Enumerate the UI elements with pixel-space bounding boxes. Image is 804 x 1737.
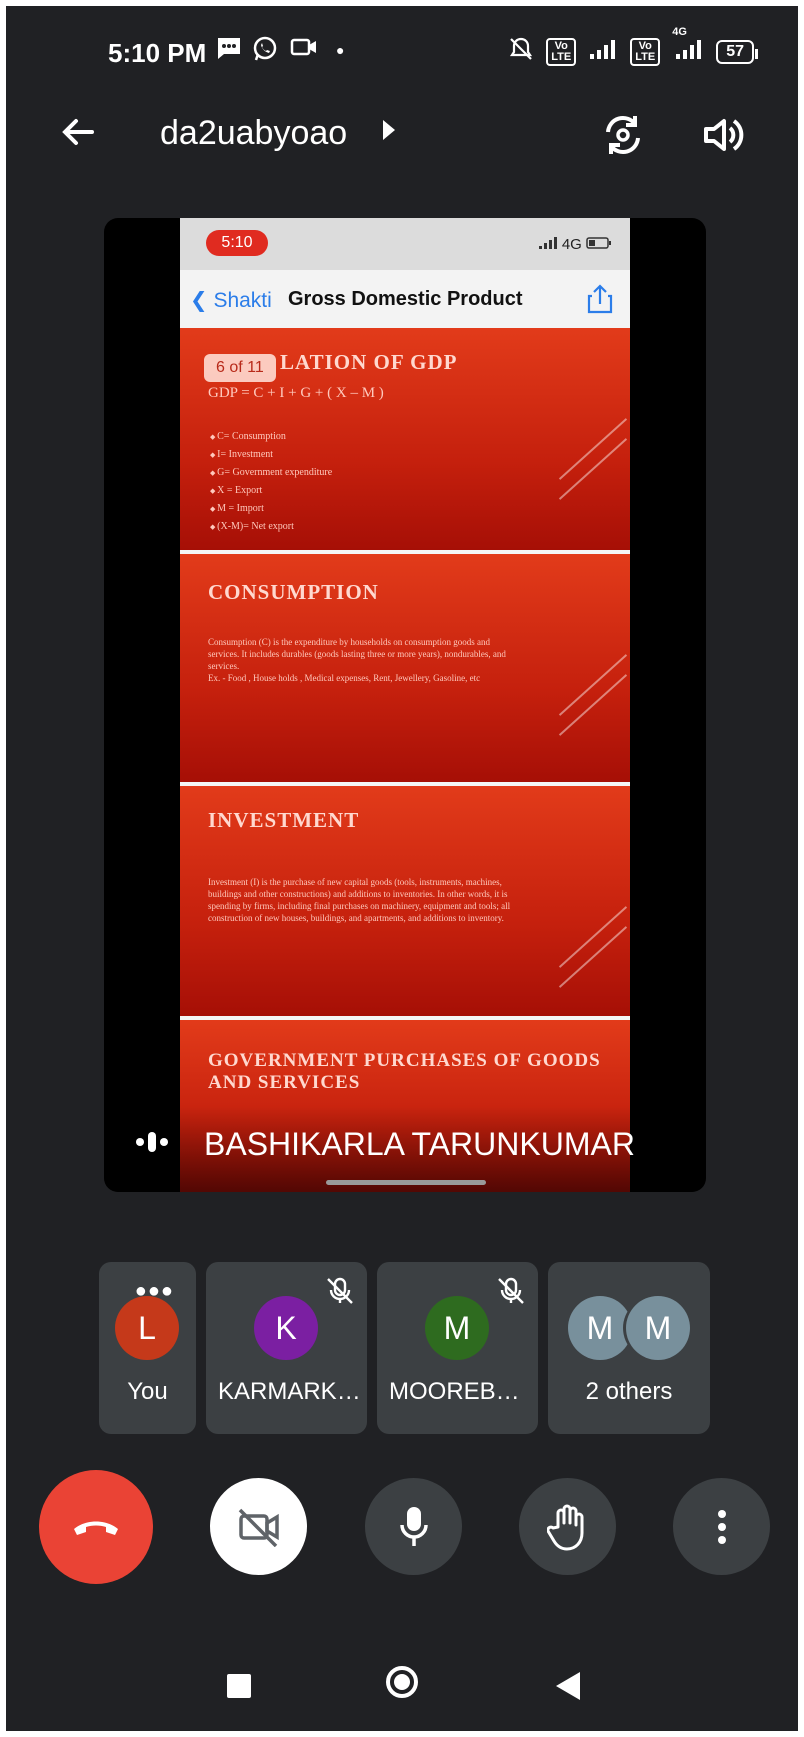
page-indicator: 6 of 11 — [204, 354, 276, 382]
video-record-icon — [290, 36, 318, 65]
shared-back-label: Shakti — [213, 289, 272, 312]
slide-heading: LATION OF GDP — [280, 350, 458, 374]
participant-name: MOOREB… — [389, 1378, 520, 1405]
hang-up-icon — [74, 1521, 118, 1535]
bullet-item: I= Investment — [210, 446, 332, 464]
camera-toggle-button[interactable] — [210, 1478, 307, 1575]
bullet-item: M = Import — [210, 500, 332, 518]
avatar: K — [254, 1296, 318, 1360]
battery-indicator: 57 — [716, 40, 758, 64]
back-button[interactable] — [58, 112, 98, 152]
slide-bullets: C= Consumption I= Investment G= Governme… — [210, 428, 332, 536]
share-icon — [586, 284, 614, 314]
shared-signal: 4G — [538, 236, 612, 253]
shared-nav-bar: ❮ Shakti Gross Domestic Product — [180, 270, 630, 328]
more-vert-icon — [717, 1509, 726, 1544]
shared-screen: 5:10 4G ❮ Shakti Gross Domestic Product … — [180, 218, 630, 1192]
mic-off-icon — [325, 1276, 355, 1306]
recents-button[interactable] — [227, 1674, 251, 1698]
presenter-name: BASHIKARLA TARUNKUMAR — [204, 1126, 635, 1162]
signal-icon-2: 4G — [672, 26, 704, 66]
slide-heading: INVESTMENT — [208, 808, 360, 832]
slide-heading: CONSUMPTION — [208, 580, 379, 604]
raise-hand-button[interactable] — [519, 1478, 616, 1575]
slide-investment: INVESTMENT Investment (I) is the purchas… — [180, 786, 630, 1020]
slide-body: Investment (I) is the purchase of new ca… — [208, 877, 511, 923]
participant-tile-others[interactable]: M M 2 others — [548, 1262, 710, 1434]
bullet-item: G= Government expenditure — [210, 464, 332, 482]
shared-back: ❮ Shakti — [190, 289, 272, 312]
participant-name: KARMARK… — [218, 1378, 361, 1405]
speaker-icon — [704, 119, 744, 151]
mute-notification-icon — [508, 36, 534, 68]
avatar: M — [626, 1296, 690, 1360]
slide-formula: GDP = C + I + G + ( X – M ) — [208, 385, 384, 401]
bullet-item: X = Export — [210, 482, 332, 500]
slide-decoration — [558, 654, 628, 716]
shared-network: 4G — [561, 236, 582, 253]
avatar: M — [568, 1296, 632, 1360]
bullet-item: C= Consumption — [210, 428, 332, 446]
slide-calculation: LATION OF GDP GDP = C + I + G + ( X – M … — [180, 328, 630, 554]
slide-decoration — [558, 906, 628, 968]
whatsapp-icon — [252, 36, 278, 69]
system-nav-bar — [0, 1650, 804, 1720]
slide-example: Ex. - Food , House holds , Medical expen… — [208, 673, 481, 683]
call-header: da2uabyoao — [0, 100, 804, 180]
network-type: 4G — [672, 26, 687, 38]
meeting-title[interactable]: da2uabyoao — [160, 114, 347, 153]
call-controls — [0, 1470, 804, 1584]
shared-status-bar: 5:10 4G — [180, 218, 630, 270]
participant-strip: ●●● L You K KARMARK… M MOOREB… M M 2 oth… — [0, 1262, 804, 1434]
participant-name: 2 others — [585, 1378, 673, 1405]
slide-body: Consumption (C) is the expenditure by ho… — [208, 637, 506, 671]
arrow-left-icon — [62, 119, 94, 145]
participant-tile-mooreb[interactable]: M MOOREB… — [377, 1262, 538, 1434]
status-time: 5:10 PM — [108, 38, 207, 68]
end-call-button[interactable] — [39, 1470, 153, 1584]
avatar: M — [425, 1296, 489, 1360]
microphone-icon — [399, 1506, 428, 1546]
slide-heading: GOVERNMENT PURCHASES OF GOODS AND SERVIC… — [208, 1050, 601, 1093]
home-dot-icon — [394, 1674, 410, 1690]
presenter-video[interactable]: 5:10 4G ❮ Shakti Gross Domestic Product … — [104, 218, 706, 1192]
more-notifications-dot: ● — [336, 42, 345, 58]
back-nav-button[interactable] — [556, 1672, 580, 1700]
switch-camera-button[interactable] — [600, 112, 646, 158]
audio-output-button[interactable] — [700, 112, 746, 158]
speaking-indicator-icon — [134, 1128, 172, 1156]
shared-doc-title: Gross Domestic Product — [288, 288, 523, 310]
participant-tile-karmark[interactable]: K KARMARK… — [206, 1262, 367, 1434]
meeting-details-caret-icon[interactable] — [383, 120, 395, 140]
signal-icon-1 — [588, 38, 618, 66]
slide-consumption: CONSUMPTION Consumption (C) is the expen… — [180, 554, 630, 786]
shared-time: 5:10 — [206, 230, 268, 256]
bullet-item: (X-M)= Net export — [210, 518, 332, 536]
slide-decoration — [558, 418, 628, 480]
avatar: L — [115, 1296, 179, 1360]
volte-badge-1: Vo LTE — [546, 38, 577, 66]
message-icon — [216, 36, 242, 67]
shared-home-indicator — [326, 1180, 486, 1185]
status-bar: 5:10 PM ● Vo LTE Vo LTE 4G 57 — [0, 26, 804, 78]
volte-badge-2: Vo LTE — [630, 38, 661, 66]
switch-camera-icon — [606, 116, 640, 154]
microphone-button[interactable] — [365, 1478, 462, 1575]
camera-off-icon — [238, 1508, 279, 1547]
home-button[interactable] — [386, 1666, 418, 1698]
more-options-button[interactable] — [673, 1478, 770, 1575]
hand-icon — [546, 1504, 583, 1550]
participant-tile-self[interactable]: ●●● L You — [99, 1262, 196, 1434]
mic-off-icon — [496, 1276, 526, 1306]
participant-name: You — [127, 1378, 168, 1405]
